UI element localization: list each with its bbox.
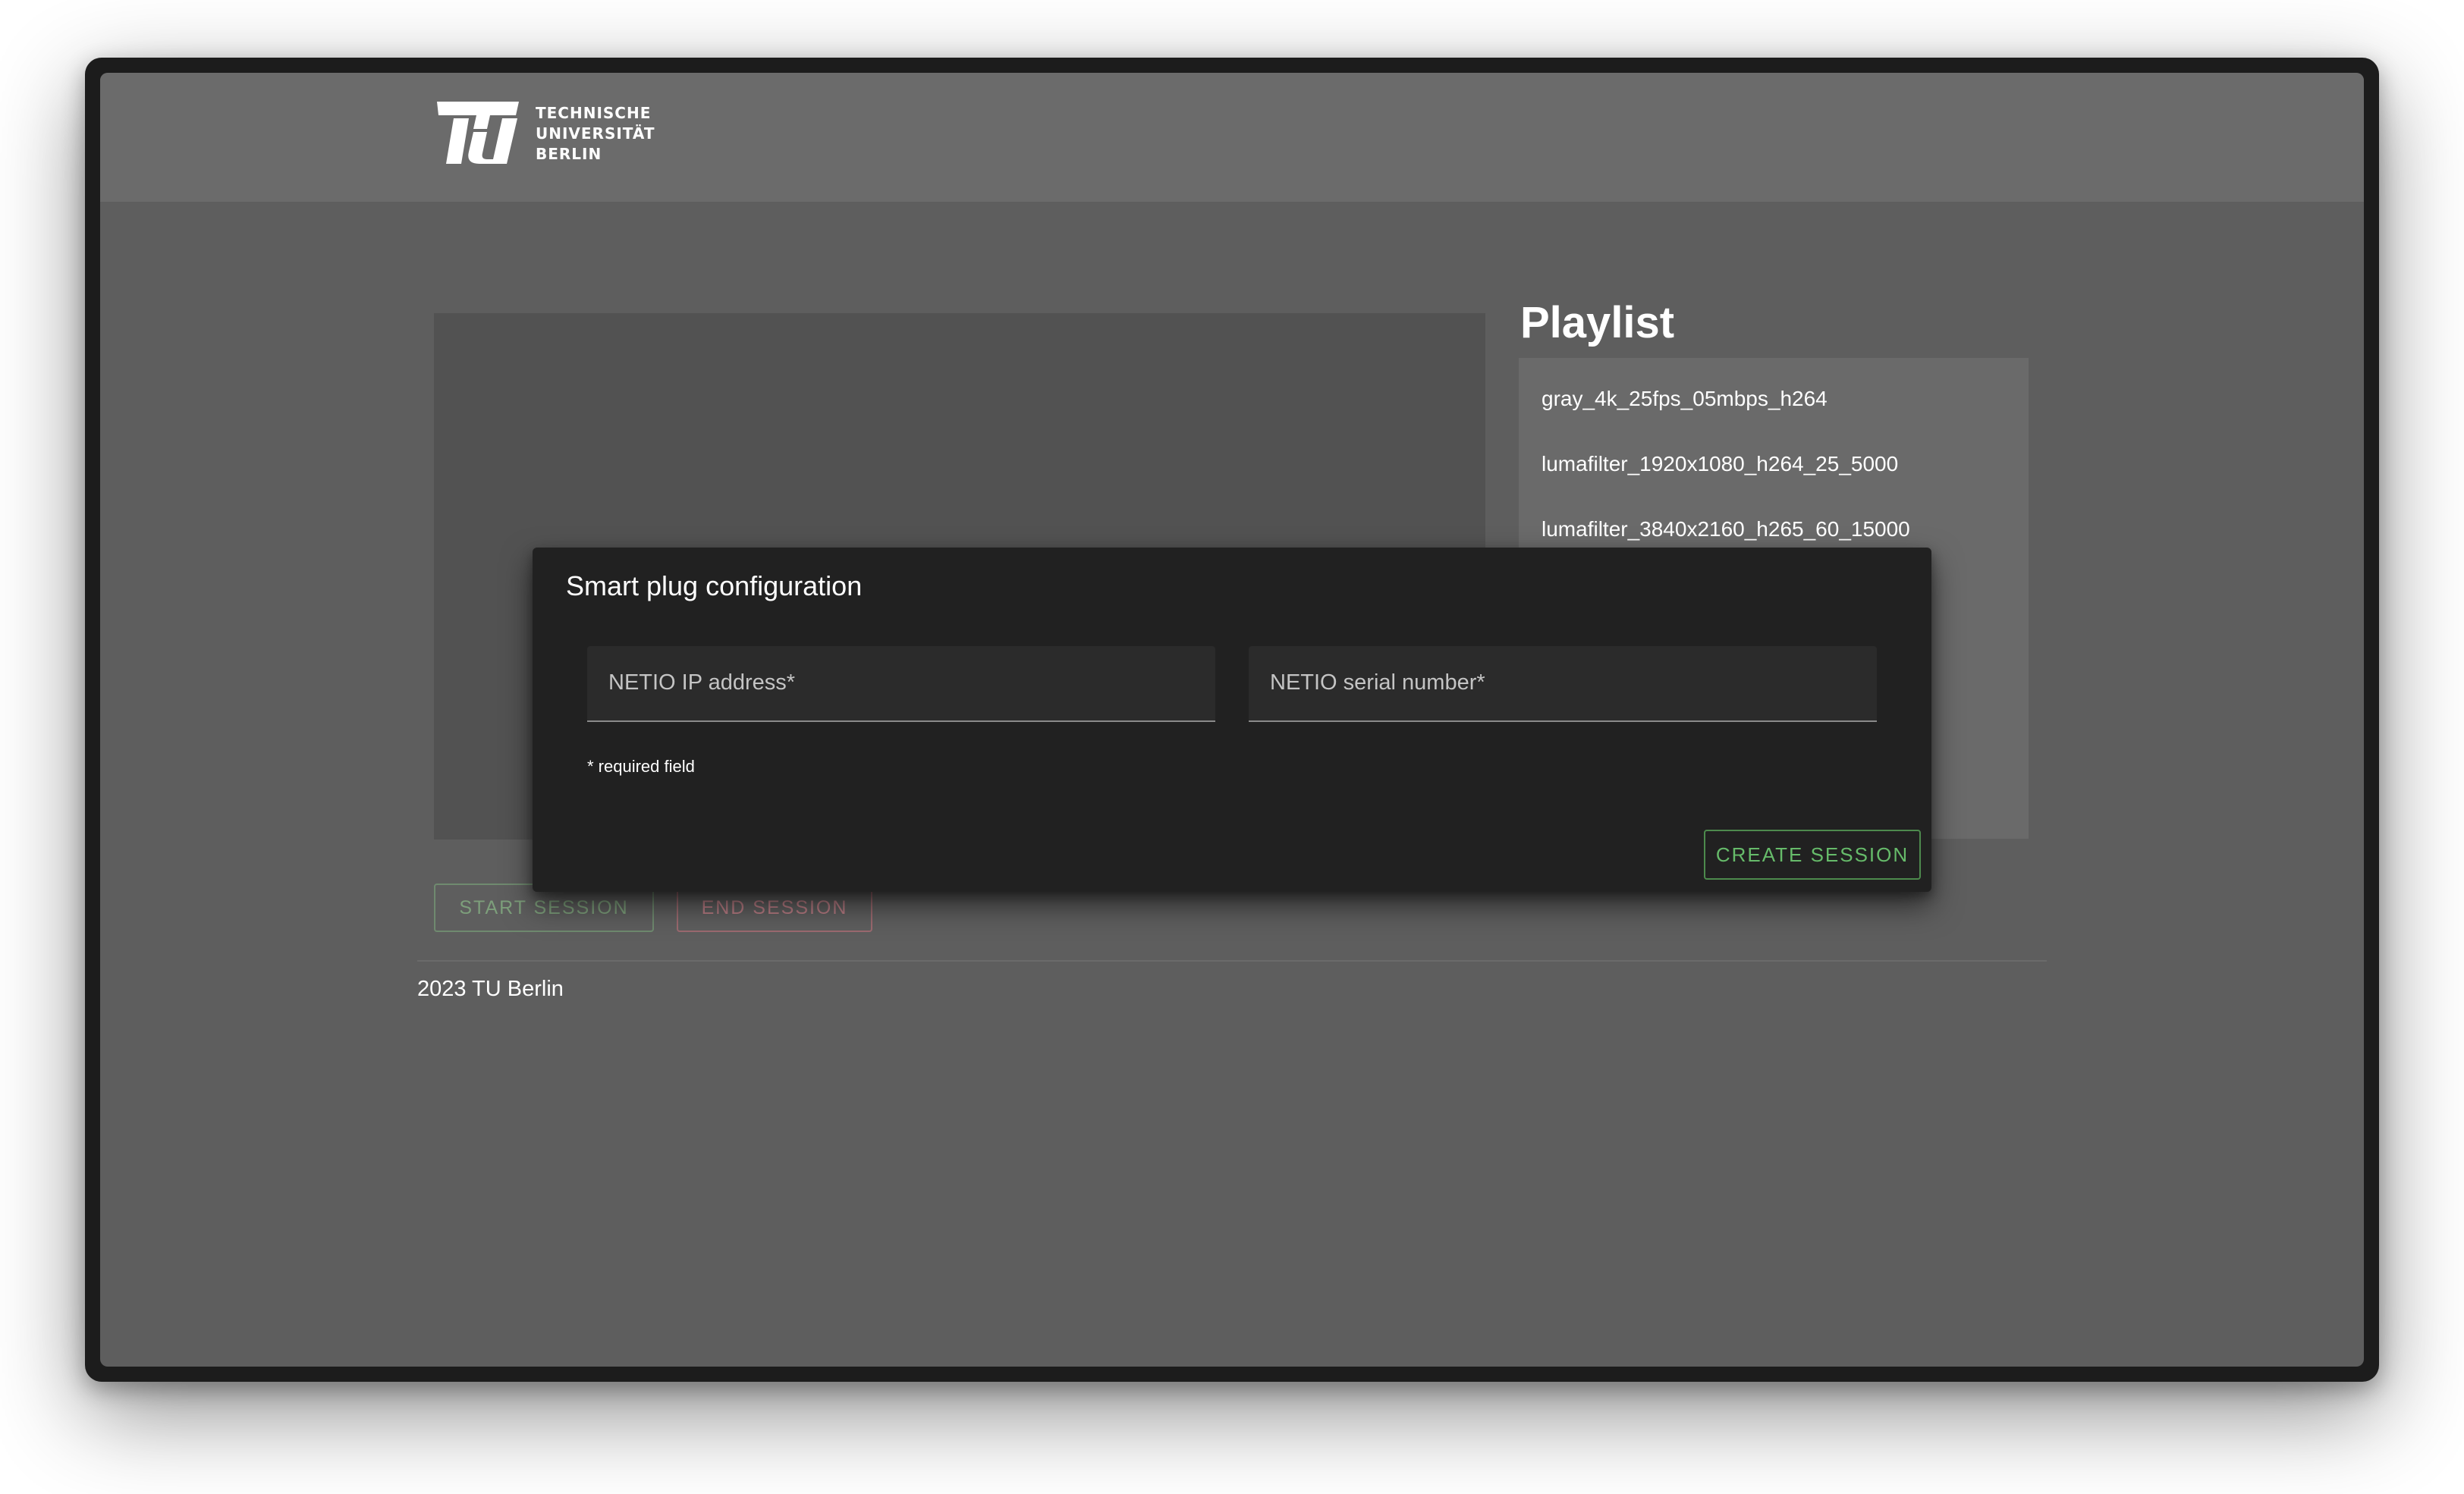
- logo-line-2: UNIVERSITÄT: [536, 124, 655, 143]
- logo-wordmark: TECHNISCHE UNIVERSITÄT BERLIN: [536, 103, 655, 165]
- window-frame: TECHNISCHE UNIVERSITÄT BERLIN Playlist g…: [85, 58, 2379, 1382]
- create-session-button[interactable]: CREATE SESSION: [1704, 830, 1921, 880]
- required-field-hint: * required field: [587, 757, 695, 776]
- playlist-item[interactable]: lumafilter_3840x2160_h265_60_15000: [1542, 517, 1910, 541]
- footer-copyright: 2023 TU Berlin: [417, 977, 564, 1001]
- dialog-title: Smart plug configuration: [566, 570, 863, 601]
- tu-berlin-logo[interactable]: TECHNISCHE UNIVERSITÄT BERLIN: [434, 97, 655, 170]
- app-header: TECHNISCHE UNIVERSITÄT BERLIN: [100, 73, 2364, 202]
- footer-divider: [417, 960, 2047, 962]
- logo-line-3: BERLIN: [536, 144, 602, 163]
- smart-plug-dialog: Smart plug configuration NETIO IP addres…: [533, 548, 1931, 892]
- logo-line-1: TECHNISCHE: [536, 103, 652, 122]
- netio-ip-field[interactable]: NETIO IP address*: [587, 646, 1215, 722]
- app-screen: TECHNISCHE UNIVERSITÄT BERLIN Playlist g…: [100, 73, 2364, 1367]
- playlist-item[interactable]: gray_4k_25fps_05mbps_h264: [1542, 387, 1828, 411]
- netio-serial-label: NETIO serial number*: [1270, 670, 1485, 695]
- playlist-title: Playlist: [1520, 298, 1675, 347]
- tu-logo-icon: [437, 102, 519, 164]
- netio-ip-label: NETIO IP address*: [608, 670, 796, 695]
- netio-serial-field[interactable]: NETIO serial number*: [1249, 646, 1877, 722]
- playlist-item[interactable]: lumafilter_1920x1080_h264_25_5000: [1542, 452, 1898, 476]
